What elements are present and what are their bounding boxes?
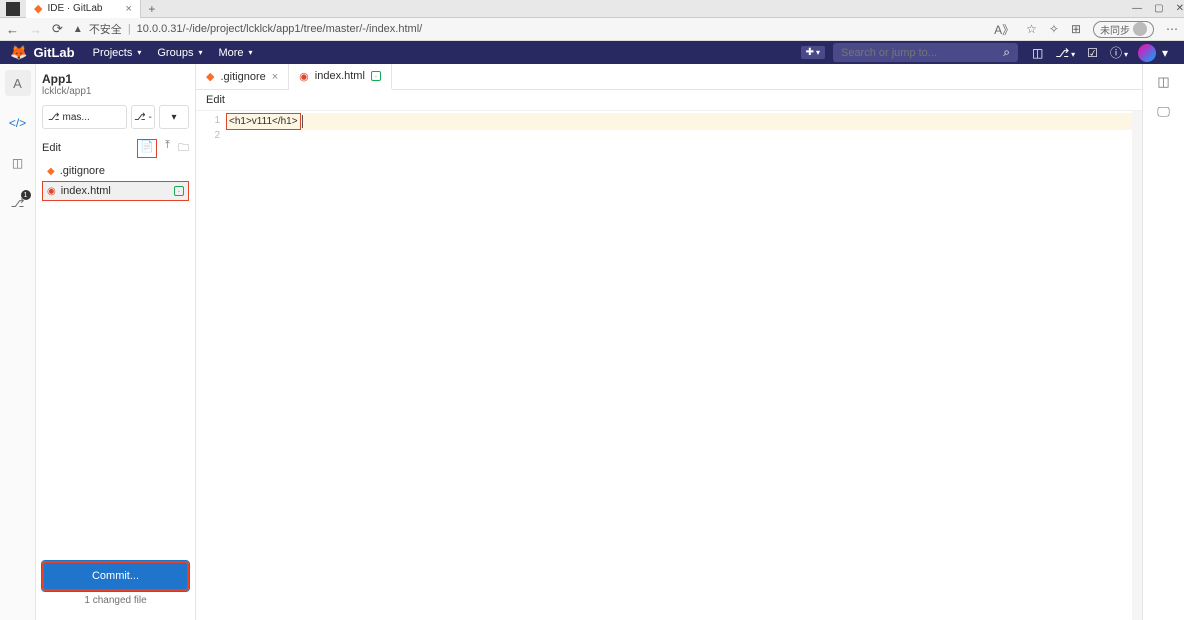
tab-index-html[interactable]: ◉ index.html · [289, 64, 392, 90]
nav-more[interactable]: More [218, 47, 252, 59]
security-text: 不安全 [89, 21, 122, 37]
line-gutter: 1 2 [196, 111, 226, 620]
tree-item-index-html[interactable]: ◉ index.html · [42, 181, 189, 201]
tab-gitignore[interactable]: ◆ .gitignore × [196, 64, 289, 89]
user-avatar[interactable] [1138, 44, 1156, 62]
editor-area: ◆ .gitignore × ◉ index.html · Edit 1 2 <… [196, 64, 1142, 620]
minimize-icon[interactable]: — [1132, 3, 1142, 14]
project-path: lcklck/app1 [42, 86, 189, 97]
tab-title: IDE · GitLab [47, 3, 102, 14]
merge-requests-icon[interactable]: ⎇ [1055, 46, 1075, 60]
project-header: App1 lcklck/app1 [42, 72, 189, 97]
nav-groups[interactable]: Groups [157, 47, 202, 59]
git-file-icon: ◆ [47, 166, 55, 177]
gitlab-top-nav: 🦊 GitLab Projects Groups More ✚ ⌕ ◫ ⎇ ☑ … [0, 41, 1184, 64]
merge-request-button[interactable]: ⎇ - [131, 105, 155, 129]
clientside-preview-icon[interactable]: 🖵 [1157, 104, 1170, 120]
project-tile[interactable]: A [5, 70, 31, 96]
ide-workspace: A </> ◫ ⎇1 App1 lcklck/app1 ⎇ mas... ⎇ -… [0, 64, 1184, 620]
new-folder-icon[interactable]: 🗀 [178, 139, 189, 158]
close-tab-icon[interactable]: × [126, 3, 132, 15]
minimap[interactable] [1132, 111, 1142, 620]
search-input[interactable] [841, 47, 1003, 59]
search-box[interactable]: ⌕ [833, 43, 1018, 62]
window-app-icon [6, 2, 20, 16]
gitlab-logo-icon[interactable]: 🦊 [10, 44, 27, 61]
modified-badge-icon: · [174, 186, 184, 196]
project-name: App1 [42, 72, 189, 86]
branch-dropdown-button[interactable]: ▾ [159, 105, 189, 129]
html-file-icon: ◉ [299, 70, 309, 83]
window-controls: — ▢ ✕ [1132, 3, 1184, 14]
edit-view-icon[interactable]: </> [5, 110, 31, 136]
code-editor[interactable]: 1 2 <h1>v111</h1> [196, 111, 1142, 620]
sync-button[interactable]: 未同步 [1093, 21, 1154, 38]
todos-icon[interactable]: ☑ [1087, 46, 1098, 60]
upload-file-icon[interactable]: ⤒ [165, 139, 170, 158]
collections-icon[interactable]: ✧ [1049, 22, 1059, 36]
right-sidebar: ◫ 🖵 [1142, 64, 1184, 620]
help-icon[interactable]: ⓘ [1110, 44, 1128, 61]
tree-item-gitignore[interactable]: ◆ .gitignore [42, 161, 189, 181]
review-view-icon[interactable]: ◫ [5, 150, 31, 176]
menu-icon[interactable]: ⋯ [1166, 22, 1178, 36]
browser-address-bar: ← → ⟳ ▲ 不安全 | 10.0.0.31/-/ide/project/lc… [0, 18, 1184, 41]
back-icon[interactable]: ← [6, 22, 19, 37]
changed-files-label: 1 changed file [42, 595, 189, 606]
close-window-icon[interactable]: ✕ [1176, 3, 1184, 14]
nav-projects[interactable]: Projects [93, 47, 142, 59]
read-aloud-icon[interactable]: A》 [994, 21, 1014, 38]
editor-tabs: ◆ .gitignore × ◉ index.html · [196, 64, 1142, 90]
browser-tab[interactable]: ◆ IDE · GitLab × [26, 0, 141, 18]
editor-breadcrumb: Edit [196, 90, 1142, 111]
insecure-icon: ▲ [73, 24, 83, 35]
issues-icon[interactable]: ◫ [1032, 46, 1043, 60]
modified-badge-icon: · [371, 71, 381, 81]
plus-dropdown[interactable]: ✚ [801, 46, 825, 59]
branch-selector[interactable]: ⎇ mas... [42, 105, 127, 129]
edit-section-label: Edit [42, 142, 61, 154]
branch-icon: ⎇ [48, 112, 60, 123]
git-file-icon: ◆ [206, 70, 214, 83]
side-panel: App1 lcklck/app1 ⎇ mas... ⎇ - ▾ Edit 📄 ⤒… [36, 64, 196, 620]
forward-icon: → [29, 22, 42, 37]
pipelines-icon[interactable]: ◫ [1157, 74, 1169, 90]
commit-button[interactable]: Commit... [42, 561, 189, 591]
favorite-icon[interactable]: ☆ [1026, 22, 1037, 36]
profile-avatar-icon [1133, 22, 1147, 36]
url-field[interactable]: ▲ 不安全 | 10.0.0.31/-/ide/project/lcklck/a… [73, 21, 984, 37]
commit-view-icon[interactable]: ⎇1 [5, 190, 31, 216]
browser-tab-strip: ◆ IDE · GitLab × + — ▢ ✕ [0, 0, 1184, 18]
close-tab-icon[interactable]: × [272, 71, 278, 83]
new-tab-button[interactable]: + [141, 2, 163, 16]
gitlab-icon: ◆ [34, 2, 42, 15]
code-line-1[interactable]: <h1>v111</h1> [226, 113, 1132, 130]
new-file-icon[interactable]: 📄 [137, 139, 157, 158]
gitlab-brand[interactable]: GitLab [33, 45, 74, 60]
url-text: 10.0.0.31/-/ide/project/lcklck/app1/tree… [137, 23, 423, 35]
maximize-icon[interactable]: ▢ [1154, 3, 1163, 14]
user-caret-icon[interactable]: ▾ [1162, 46, 1168, 60]
search-icon: ⌕ [1003, 45, 1010, 60]
extensions-icon[interactable]: ⊞ [1071, 22, 1081, 36]
activity-bar: A </> ◫ ⎇1 [0, 64, 36, 620]
file-tree: ◆ .gitignore ◉ index.html · [42, 161, 189, 201]
reload-icon[interactable]: ⟳ [52, 21, 63, 37]
html-file-icon: ◉ [47, 186, 56, 197]
